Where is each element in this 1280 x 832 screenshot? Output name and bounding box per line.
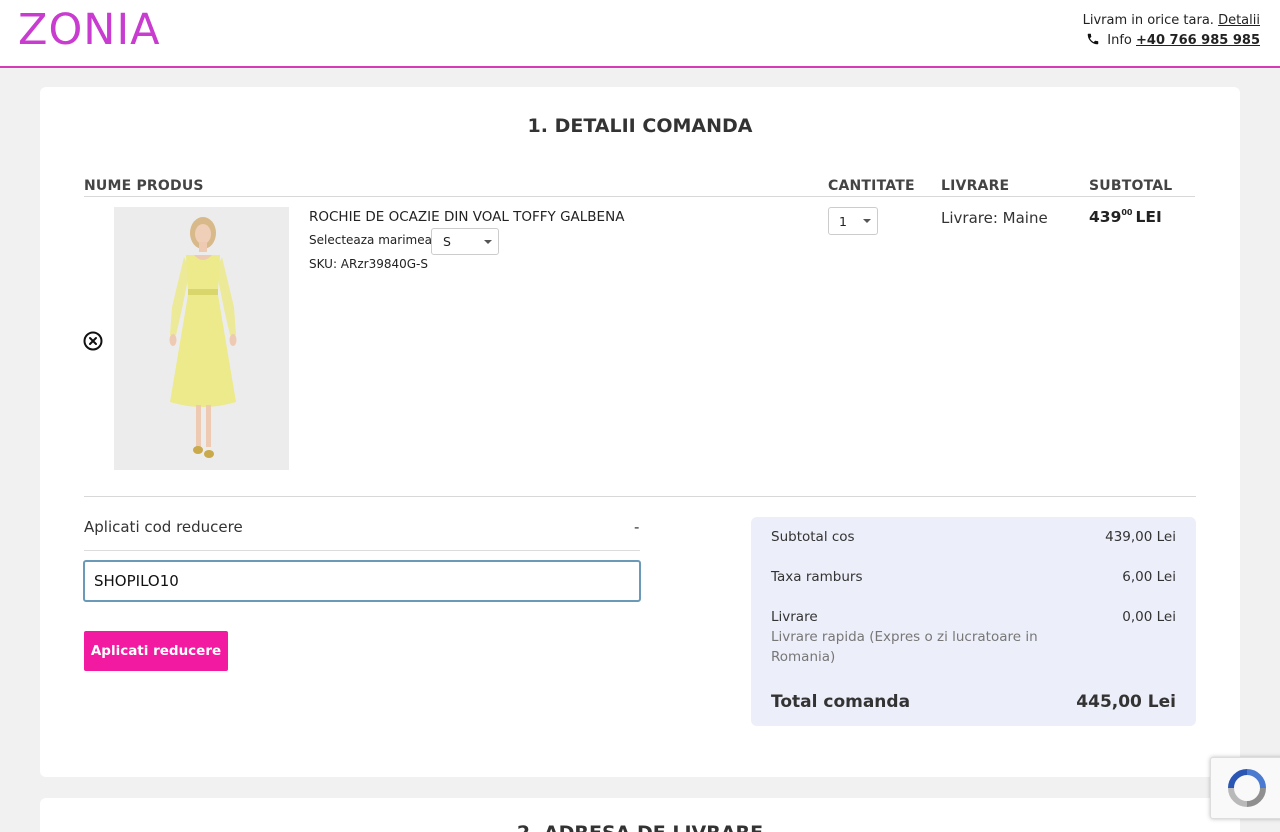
col-subtotal-header: SUBTOTAL — [1089, 178, 1173, 194]
header-contact: Livram in orice tara. Detalii Info +40 7… — [1083, 11, 1260, 51]
col-delivery-header: LIVRARE — [941, 178, 1010, 194]
delivery-value: Livrare: Maine — [941, 209, 1048, 227]
shipping-text: Livram in orice tara. — [1082, 13, 1214, 28]
recaptcha-badge[interactable] — [1210, 757, 1280, 819]
price-integer: 439 — [1089, 208, 1122, 226]
quantity-value: 1 — [839, 214, 847, 229]
product-image[interactable] — [114, 207, 289, 470]
header-divider — [84, 196, 1195, 197]
product-sku: SKU: ARzr39840G-S — [309, 257, 429, 271]
coupon-code-input[interactable] — [83, 560, 641, 602]
phone-line: Info +40 766 985 985 — [1083, 31, 1260, 51]
col-quantity-header: CANTITATE — [828, 178, 915, 194]
phone-icon — [1087, 33, 1099, 45]
details-link[interactable]: Detalii — [1218, 13, 1260, 28]
site-logo[interactable]: ZONIA — [18, 6, 161, 54]
delivery-description: Livrare rapida (Expres o zi lucratoare i… — [771, 629, 1038, 665]
section-title-2: 2. ADRESA DE LIVRARE — [40, 822, 1240, 832]
size-value: S — [443, 234, 451, 249]
fee-label: Taxa ramburs — [771, 569, 863, 585]
section-title: 1. DETALII COMANDA — [527, 115, 753, 137]
size-label: Selecteaza marimea — [309, 233, 432, 247]
coupon-collapse-toggle[interactable]: - — [634, 518, 639, 536]
col-product-header: NUME PRODUS — [84, 178, 204, 194]
coupon-divider — [84, 550, 640, 551]
order-details-card: 1. DETALII COMANDA NUME PRODUS CANTITATE… — [40, 87, 1240, 777]
order-summary: Subtotal cos 439,00 Lei Taxa ramburs 6,0… — [751, 517, 1196, 726]
phone-link[interactable]: +40 766 985 985 — [1136, 33, 1260, 48]
coupon-title[interactable]: Aplicati cod reducere — [84, 518, 243, 536]
subtotal-value: 439,00 Lei — [1105, 529, 1176, 545]
shipping-address-card: 2. ADRESA DE LIVRARE — [40, 798, 1240, 832]
chevron-down-icon — [484, 240, 492, 244]
shipping-note: Livram in orice tara. Detalii — [1083, 11, 1260, 31]
recaptcha-icon — [1228, 769, 1266, 807]
delivery-cost: 0,00 Lei — [1122, 609, 1176, 625]
info-label: Info — [1107, 33, 1132, 48]
total-value: 445,00 Lei — [1076, 692, 1176, 712]
apply-coupon-button[interactable]: Aplicati reducere — [84, 631, 228, 671]
price-decimal: 00 — [1121, 208, 1133, 217]
section-divider — [84, 496, 1196, 497]
product-name[interactable]: ROCHIE DE OCAZIE DIN VOAL TOFFY GALBENA — [309, 209, 624, 225]
subtotal-label: Subtotal cos — [771, 529, 855, 545]
fee-value: 6,00 Lei — [1122, 569, 1176, 585]
item-subtotal: 43900 LEI — [1089, 208, 1162, 226]
quantity-select[interactable]: 1 — [828, 207, 878, 235]
total-label: Total comanda — [771, 692, 911, 712]
size-select[interactable]: S — [431, 228, 499, 255]
price-currency: LEI — [1135, 208, 1162, 226]
chevron-down-icon — [863, 219, 871, 223]
dress-photo-icon — [114, 207, 289, 470]
remove-item-icon[interactable] — [83, 331, 103, 351]
site-header: ZONIA Livram in orice tara. Detalii Info… — [0, 0, 1280, 68]
delivery-label: Livrare — [771, 609, 818, 625]
